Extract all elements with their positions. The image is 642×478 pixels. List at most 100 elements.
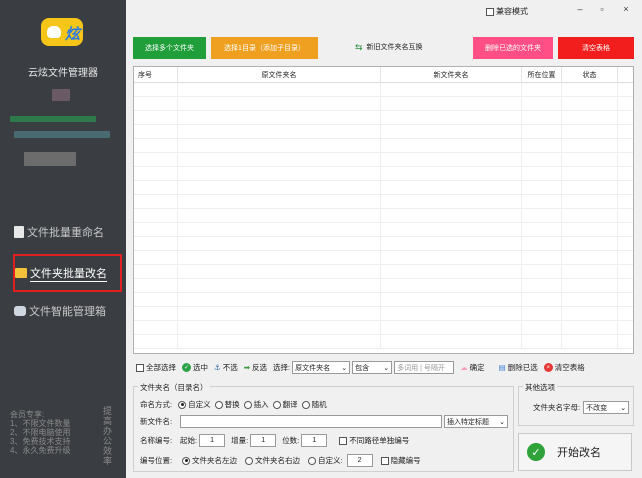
match-mode-select[interactable]: 包含 ⌄ [352,361,393,374]
select-folders-button[interactable]: 选择多个文件夹 [133,37,206,59]
table-row [134,153,633,167]
table-cell [178,111,381,124]
start-rename-button[interactable]: ✓ 开始改名 [518,433,632,471]
table-cell [562,237,618,250]
chevron-down-icon: ⌄ [620,404,627,412]
choose-field-select[interactable]: 原文件夹名 ⌄ [292,361,351,374]
app-logo: 炫 [41,18,83,46]
hide-number-checkbox[interactable] [380,456,389,465]
clear-table-button[interactable]: 清空表格 [558,37,634,59]
table-cell [522,335,562,348]
nav-folder-rename[interactable]: 文件夹批量改名 [13,254,122,292]
delete-selected-folders-button[interactable]: 删除已选的文件夹 [473,37,553,59]
table-cell [522,209,562,222]
table-header: 序号 原文件夹名 新文件夹名 所在位置 状态 [134,67,633,83]
insert-tag-select[interactable]: 插入特定标题 ⌄ [444,415,508,428]
table-row [134,139,633,153]
promo-slogan: 提高办公效率 [103,406,113,466]
swap-names-button[interactable]: ⇆ 新旧文件夹名互换 [355,38,423,56]
table-cell [134,97,178,110]
table-cell [522,293,562,306]
mode-custom-radio[interactable] [178,400,187,409]
table-row [134,209,633,223]
table-cell [562,335,618,348]
checkbox[interactable] [136,363,144,372]
table-cell [522,223,562,236]
app-name: 云炫文件管理器 [28,68,98,79]
maximize-button[interactable]: ▫ [594,4,610,14]
user-info-blur [14,131,110,138]
separate-numbering-checkbox[interactable] [339,436,348,445]
table-cell [522,265,562,278]
delete-selected-button[interactable]: ▤ 删除已选 [499,362,538,373]
table-cell [134,139,178,152]
table-cell [178,83,381,96]
minimize-button[interactable]: – [572,4,588,14]
col-index: 序号 [134,67,178,82]
table-row [134,265,633,279]
table-cell [381,307,522,320]
mode-random-radio[interactable] [301,400,310,409]
case-select[interactable]: 不改变 ⌄ [583,401,630,414]
confirm-button[interactable]: ☁ 确定 [460,362,485,373]
step-number-input[interactable]: 1 [250,434,277,447]
invert-button[interactable]: ➡ 反选 [244,362,267,373]
table-cell [562,125,618,138]
table-cell [178,321,381,334]
table-row [134,237,633,251]
select-all-checkbox[interactable]: 全部选择 [136,362,176,373]
table-cell [134,293,178,306]
keywords-field: 多词用 | 号隔开 [394,361,455,374]
user-level-blur [24,152,76,166]
custom-position-input[interactable]: 2 [346,454,373,467]
start-number-input[interactable]: 1 [199,434,226,447]
clear-table-small-button[interactable]: × 清空表格 [543,362,585,373]
deselect-button[interactable]: ⚓ 不选 [214,362,238,373]
table-cell [562,209,618,222]
nav-file-manager[interactable]: 文件智能管理箱 [14,298,122,324]
table-cell [381,293,522,306]
table-cell [522,83,562,96]
position-left-radio[interactable] [182,456,190,465]
select-button[interactable]: ✓ 选中 [182,362,208,373]
table-cell [522,251,562,264]
table-cell [134,223,178,236]
table-row [134,97,633,111]
folder-table[interactable]: 序号 原文件夹名 新文件夹名 所在位置 状态 [133,66,634,354]
compat-checkbox[interactable] [486,7,494,16]
table-row [134,111,633,125]
close-button[interactable]: × [618,4,634,14]
table-cell [381,139,522,152]
nav-file-rename[interactable]: 文件批量重命名 [14,219,122,245]
naming-mode-row: 命名方式: 自定义 替换 插入 翻译 随机 [140,400,327,409]
col-status: 状态 [562,67,618,82]
table-row [134,223,633,237]
position-right-radio[interactable] [245,456,253,465]
table-cell [562,83,618,96]
table-cell [381,153,522,166]
new-name-input[interactable] [180,415,442,428]
numbering-row: 名称编号: 起始: 1 增量: 1 位数: 1 不同路径单独编号 [140,434,410,447]
select-dir-button[interactable]: 选择1目录（添加子目录） [211,37,318,59]
table-cell [178,97,381,110]
digits-number-input[interactable]: 1 [301,434,328,447]
keywords-input[interactable]: 多词用 | 号隔开 [394,361,455,374]
table-cell [522,237,562,250]
table-cell [381,195,522,208]
table-cell [562,181,618,194]
table-cell [522,279,562,292]
table-cell [178,265,381,278]
compat-mode-toggle[interactable]: 兼容模式 [486,6,528,17]
invert-arrow-icon: ➡ [243,363,251,372]
table-cell [178,223,381,236]
table-cell [178,195,381,208]
col-location: 所在位置 [522,67,562,82]
table-cell [134,265,178,278]
other-options-title: 其他选项 [523,382,557,393]
choose-field: 选择: 原文件夹名 ⌄ [273,361,351,374]
mode-translate-radio[interactable] [272,400,281,409]
position-custom-radio[interactable] [308,456,316,465]
mode-insert-radio[interactable] [243,400,252,409]
folder-icon [15,268,27,278]
mode-replace-radio[interactable] [214,400,223,409]
